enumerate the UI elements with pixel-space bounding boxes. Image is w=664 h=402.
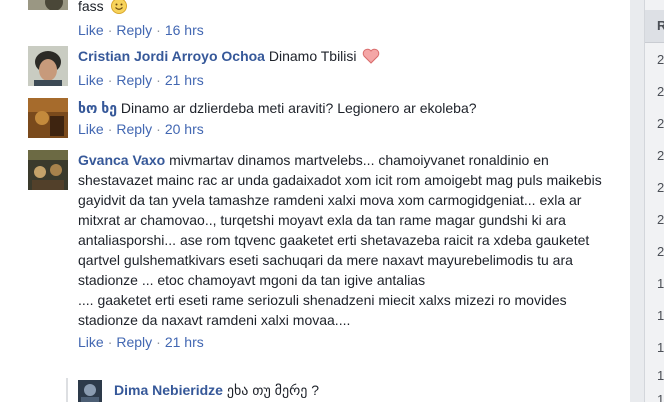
reply-link[interactable]: Reply bbox=[116, 72, 152, 88]
comment-text: fass bbox=[78, 0, 104, 14]
reply-thread-line bbox=[66, 378, 68, 402]
right-column-number: 1 bbox=[657, 392, 664, 402]
separator-dot: · bbox=[107, 22, 113, 38]
like-link[interactable]: Like bbox=[78, 334, 104, 350]
avatar[interactable] bbox=[28, 98, 68, 138]
separator-dot: · bbox=[156, 334, 161, 350]
heart-emoji-icon bbox=[362, 48, 380, 69]
right-column-number: 2 bbox=[657, 180, 664, 195]
right-column-number: 1 bbox=[657, 340, 664, 355]
comment-text: Dinamo ar dzlierdeba meti araviti? Legio… bbox=[120, 100, 477, 116]
reply-link[interactable]: Reply bbox=[116, 334, 152, 350]
reply-link[interactable]: Reply bbox=[116, 22, 152, 38]
separator-dot: · bbox=[156, 121, 161, 137]
timestamp[interactable]: 21 hrs bbox=[165, 334, 204, 350]
right-column-number: 1 bbox=[657, 276, 664, 291]
right-column-header: R bbox=[645, 10, 664, 43]
timestamp[interactable]: 21 hrs bbox=[165, 72, 204, 88]
reply-link[interactable]: Reply bbox=[116, 121, 152, 137]
right-column: R 2 2 2 2 2 2 2 1 1 1 1 1 bbox=[644, 0, 664, 402]
scroll-gutter bbox=[630, 0, 644, 402]
right-column-number: 2 bbox=[657, 148, 664, 163]
timestamp[interactable]: 20 hrs bbox=[165, 121, 204, 137]
comment-author[interactable]: Cristian Jordi Arroyo Ochoa bbox=[78, 48, 265, 64]
comment-author[interactable]: ხო ხე bbox=[78, 100, 117, 116]
separator-dot: · bbox=[107, 72, 113, 88]
right-column-number: 2 bbox=[657, 116, 664, 131]
avatar[interactable] bbox=[28, 46, 68, 86]
comment-author[interactable]: Gvanca Vaxo bbox=[78, 152, 165, 168]
reply-author[interactable]: Dima Nebieridze bbox=[114, 382, 223, 398]
right-column-number: 2 bbox=[657, 212, 664, 227]
right-column-number: 1 bbox=[657, 368, 664, 383]
right-column-header-text: R bbox=[657, 18, 664, 33]
separator-dot: · bbox=[107, 121, 113, 137]
avatar[interactable] bbox=[28, 150, 68, 190]
right-column-number: 1 bbox=[657, 308, 664, 323]
like-link[interactable]: Like bbox=[78, 121, 104, 137]
avatar[interactable] bbox=[28, 0, 68, 10]
smile-emoji-icon bbox=[110, 0, 127, 19]
separator-dot: · bbox=[107, 334, 113, 350]
separator-dot: · bbox=[156, 22, 161, 38]
comments-feed: fass Like · Reply · 16 hrs Cristian Jord… bbox=[0, 0, 630, 402]
comment-text: Dinamo Tbilisi bbox=[268, 48, 357, 64]
right-column-number: 2 bbox=[657, 84, 664, 99]
reply-text: ეხა თუ მერე ? bbox=[226, 382, 320, 398]
like-link[interactable]: Like bbox=[78, 22, 104, 38]
like-link[interactable]: Like bbox=[78, 72, 104, 88]
timestamp[interactable]: 16 hrs bbox=[165, 22, 204, 38]
right-column-number: 2 bbox=[657, 244, 664, 259]
comment-text: mivmartav dinamos martvelebs... chamoiyv… bbox=[78, 152, 602, 288]
avatar[interactable] bbox=[78, 380, 102, 402]
comment-text-continued: .... gaaketet erti eseti rame seriozuli … bbox=[78, 292, 567, 328]
right-column-number: 2 bbox=[657, 52, 664, 67]
separator-dot: · bbox=[156, 72, 161, 88]
